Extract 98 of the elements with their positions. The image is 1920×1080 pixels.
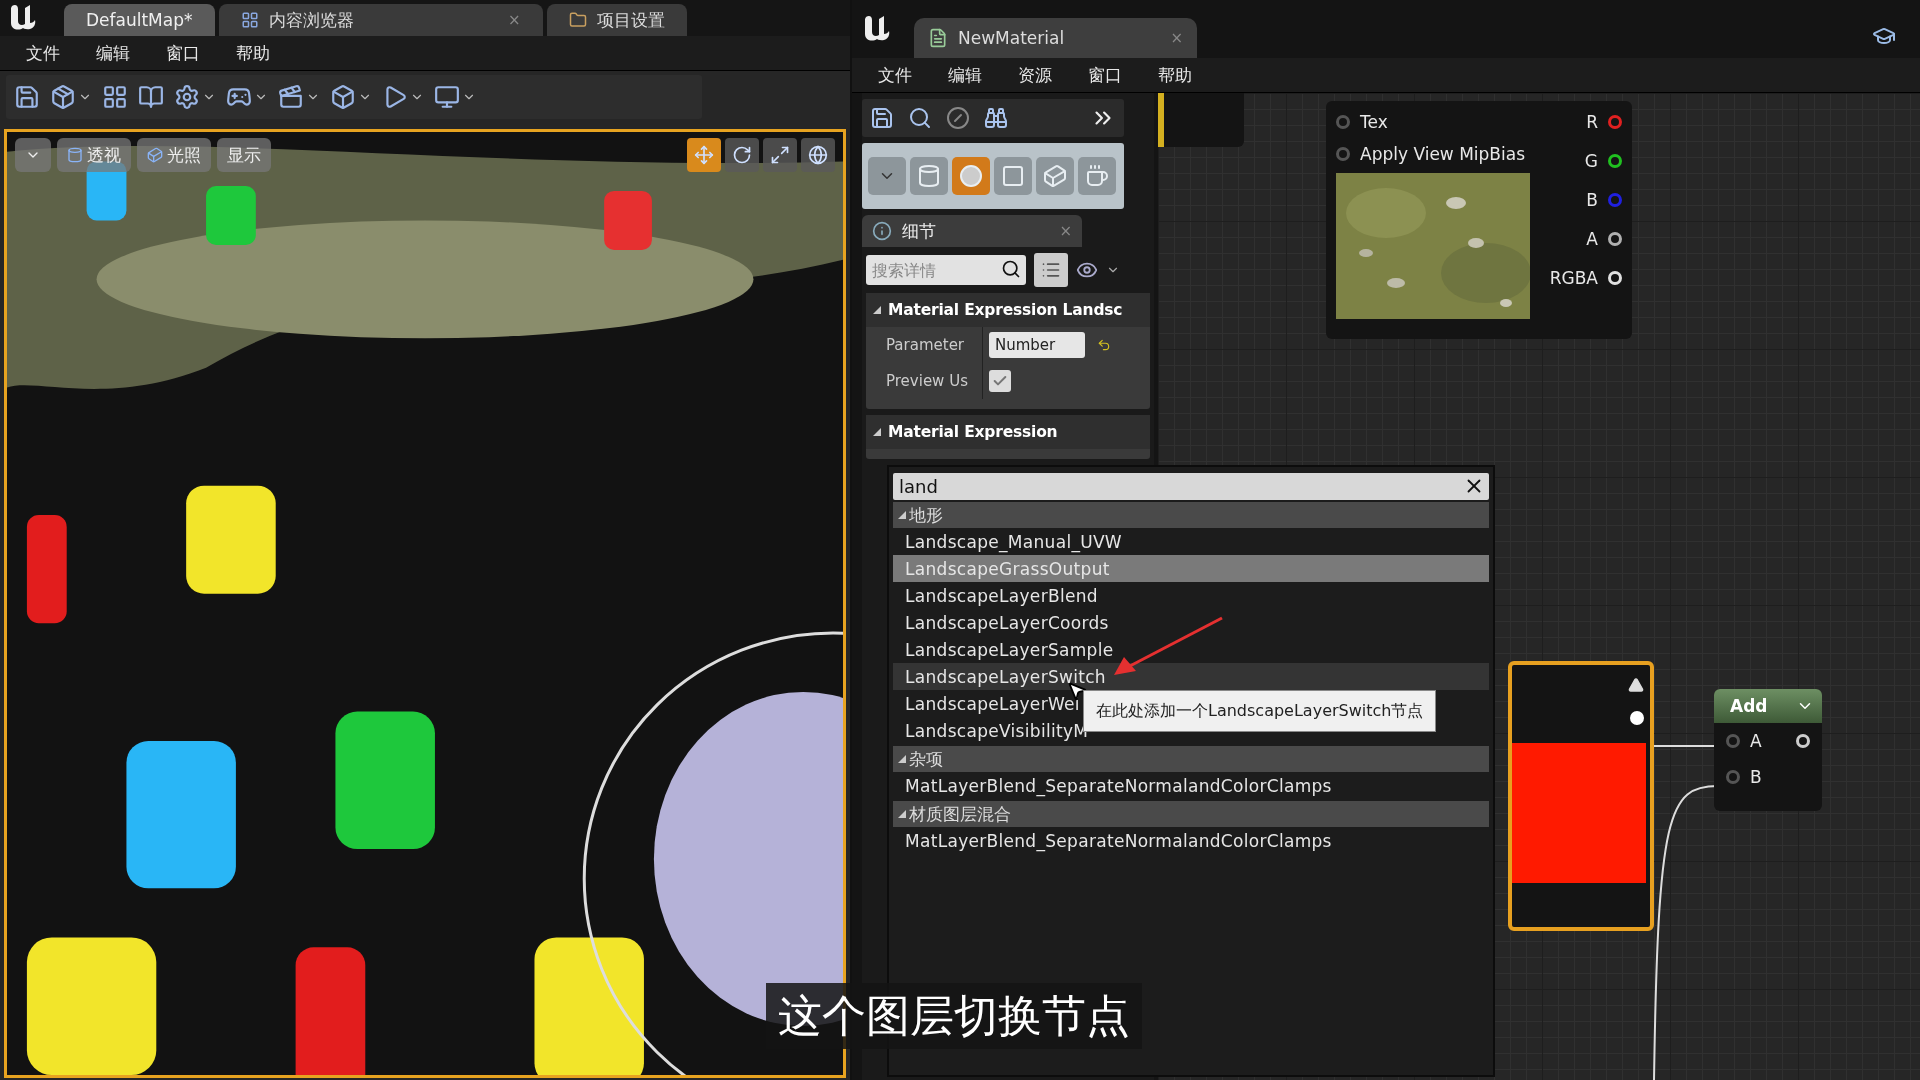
- tab-label: 细节: [902, 219, 936, 243]
- menu-item[interactable]: 文件: [860, 63, 930, 87]
- rotate-icon[interactable]: [725, 138, 759, 172]
- dropdown-button[interactable]: [15, 138, 51, 172]
- menu-item[interactable]: 窗口: [1070, 63, 1140, 87]
- binoculars-icon[interactable]: [984, 106, 1008, 130]
- details-tab[interactable]: 细节 ×: [862, 215, 1082, 247]
- globe-icon[interactable]: [801, 138, 835, 172]
- list-view-button[interactable]: [1034, 253, 1068, 287]
- property-label: Preview Us: [866, 363, 983, 399]
- category-header[interactable]: 地形: [893, 502, 1489, 528]
- expand-caret-icon[interactable]: [897, 510, 907, 520]
- tool-icon: [330, 84, 356, 110]
- pin-label: G: [1584, 151, 1598, 171]
- plane-icon[interactable]: [994, 157, 1032, 195]
- cube-icon[interactable]: [1036, 157, 1074, 195]
- tooltip: 在此处添加一个LandscapeLayerSwitch节点: [1083, 690, 1437, 732]
- menu-item[interactable]: 资源: [1000, 63, 1070, 87]
- tab-label: NewMaterial: [958, 28, 1065, 48]
- editor-tab[interactable]: NewMaterial ×: [914, 18, 1197, 58]
- toolbar-button[interactable]: [434, 84, 476, 110]
- list-icon: [1041, 260, 1061, 280]
- pin-label: A: [1750, 731, 1762, 751]
- toolbar-button[interactable]: [174, 84, 216, 110]
- teapot-icon[interactable]: [1078, 157, 1116, 195]
- editor-tab[interactable]: 内容浏览器 ×: [218, 4, 543, 36]
- grid-icon: [240, 11, 259, 29]
- tab-label: 内容浏览器: [268, 8, 354, 32]
- folder-icon: [568, 11, 587, 29]
- cube-icon: [147, 147, 163, 163]
- menu-item[interactable]: 窗口: [148, 41, 218, 65]
- tool-icon: [174, 84, 200, 110]
- expand-caret-icon[interactable]: [897, 809, 907, 819]
- viewport-button[interactable]: 透视: [57, 138, 131, 172]
- toolbar-button[interactable]: [50, 84, 92, 110]
- tool-icon: [434, 84, 460, 110]
- list-item[interactable]: LandscapeLayerBlend: [893, 582, 1489, 609]
- toolbar-button[interactable]: [330, 84, 372, 110]
- collapse-icon[interactable]: [1628, 677, 1644, 693]
- list-item[interactable]: LandscapeLayerSample: [893, 636, 1489, 663]
- pin-label: RGBA: [1549, 268, 1598, 288]
- pin-label: B: [1586, 190, 1598, 210]
- pin-label: B: [1750, 767, 1762, 787]
- menu-item[interactable]: 编辑: [78, 41, 148, 65]
- list-item[interactable]: MatLayerBlend_SeparateNormalandColorClamps: [893, 827, 1489, 854]
- tool-icon: [14, 84, 40, 110]
- list-item[interactable]: Landscape_Manual_UVW: [893, 528, 1489, 555]
- pin-icon[interactable]: [1608, 154, 1622, 168]
- apply-icon[interactable]: [946, 106, 970, 130]
- menu-item[interactable]: 文件: [8, 41, 78, 65]
- expand-caret-icon[interactable]: [872, 427, 882, 437]
- menu-item[interactable]: 编辑: [930, 63, 1000, 87]
- pin-label: R: [1586, 112, 1598, 132]
- pin-label: Tex: [1360, 112, 1388, 132]
- reset-icon[interactable]: [1097, 338, 1111, 352]
- property-label: Parameter: [866, 327, 983, 363]
- search-field[interactable]: 搜索详情: [866, 255, 1026, 285]
- viewport-button[interactable]: 光照: [137, 138, 211, 172]
- subtitle: 这个图层切换节点: [766, 983, 1142, 1049]
- viewport-button[interactable]: 显示: [217, 138, 271, 172]
- search-icon[interactable]: [908, 106, 932, 130]
- search-icon: [1001, 259, 1021, 279]
- expand-caret-icon[interactable]: [897, 754, 907, 764]
- pin-icon[interactable]: [1608, 232, 1622, 246]
- tab-label: DefaultMap*: [86, 10, 193, 30]
- editor-tab[interactable]: 项目设置: [546, 4, 687, 36]
- toolbar-button[interactable]: [14, 84, 40, 110]
- pin-label: A: [1586, 229, 1598, 249]
- expand-caret-icon[interactable]: [872, 305, 882, 315]
- list-item[interactable]: LandscapeLayerSwitch: [893, 663, 1489, 690]
- cylinder-icon: [67, 147, 83, 163]
- tool-icon: [278, 84, 304, 110]
- value-field[interactable]: Number: [989, 332, 1085, 358]
- info-icon: [872, 221, 892, 241]
- list-item[interactable]: MatLayerBlend_SeparateNormalandColorClamps: [893, 772, 1489, 799]
- checkbox[interactable]: [989, 370, 1011, 392]
- toolbar-button[interactable]: [138, 84, 164, 110]
- section-title: Material Expression Landsc: [888, 301, 1123, 319]
- section-title: Material Expression: [888, 423, 1058, 441]
- category-header[interactable]: 材质图层混合: [893, 801, 1489, 827]
- pin-label: Apply View MipBias: [1360, 144, 1525, 164]
- toolbar-button[interactable]: [102, 84, 128, 110]
- material-icon: [928, 28, 948, 48]
- menu-item[interactable]: 帮助: [218, 41, 288, 65]
- toolbar-button[interactable]: [278, 84, 320, 110]
- node-title: Add: [1730, 696, 1768, 716]
- list-item[interactable]: LandscapeLayerCoords: [893, 609, 1489, 636]
- menu-item[interactable]: 帮助: [1140, 63, 1210, 87]
- category-header[interactable]: 杂项: [893, 746, 1489, 772]
- tool-icon: [138, 84, 164, 110]
- tool-icon: [50, 84, 76, 110]
- save-icon[interactable]: [870, 106, 894, 130]
- search-field[interactable]: land: [893, 473, 1489, 500]
- cylinder-icon[interactable]: [910, 157, 948, 195]
- editor-tab[interactable]: DefaultMap*: [64, 4, 215, 36]
- tool-icon: [102, 84, 128, 110]
- tab-label: 项目设置: [596, 8, 665, 32]
- scale-icon[interactable]: [763, 138, 797, 172]
